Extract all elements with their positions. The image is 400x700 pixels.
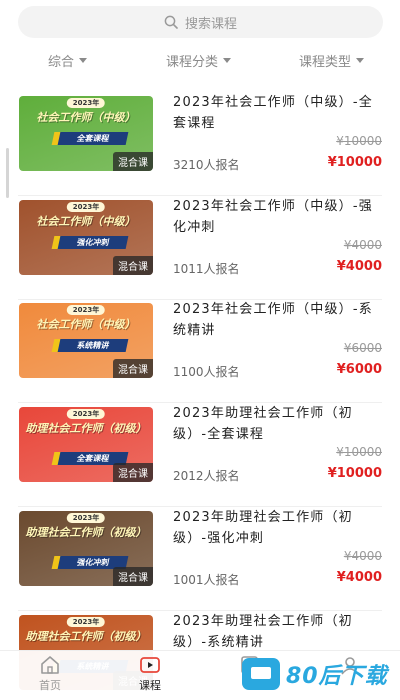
watermark-logo: 80后下载 — [242, 654, 392, 694]
thumb-title: 社会工作师（中级） — [36, 215, 136, 228]
enroll-count: 2012人报名 — [173, 469, 240, 483]
filter-bar: 综合 课程分类 课程类型 — [0, 48, 400, 72]
caret-down-icon — [223, 58, 232, 63]
enroll-count: 1011人报名 — [173, 262, 240, 276]
course-item[interactable]: 2023年社会工作师（中级） 系统精讲混合课 2023年社会工作师（中级）-系统精讲… — [0, 299, 400, 403]
current-price: ¥4000 — [336, 259, 382, 274]
filter-category-label: 课程分类 — [166, 54, 219, 70]
thumb-year-badge: 2023年 — [66, 305, 106, 315]
filter-type-label: 课程类型 — [299, 54, 352, 70]
course-icon — [140, 657, 160, 673]
original-price: ¥6000 — [343, 341, 382, 355]
filter-sort-label: 综合 — [48, 54, 75, 70]
course-item[interactable]: 2023年社会工作师（中级） 强化冲刺混合课 2023年社会工作师（中级）-强化冲刺… — [0, 196, 400, 300]
thumb-title: 助理社会工作师（初级） — [25, 422, 147, 435]
course-thumbnail: 2023年社会工作师（中级） 全套课程混合课 — [19, 96, 153, 171]
course-type-badge: 混合课 — [113, 152, 153, 171]
course-title: 2023年助理社会工作师（初级）-强化冲刺 — [173, 510, 353, 546]
filter-sort[interactable]: 综合 — [48, 51, 88, 70]
original-price: ¥4000 — [343, 238, 382, 252]
enroll-count: 1100人报名 — [173, 365, 240, 379]
tab-home[interactable]: 首页 — [20, 655, 80, 693]
thumb-tag: 强化冲刺 — [57, 236, 129, 249]
course-list-page: 搜索课程 综合 课程分类 课程类型 2023年 社会工作师（中级） 全套课程 混合课 2… — [0, 0, 400, 700]
filter-type[interactable]: 课程类型 — [299, 51, 365, 70]
course-title: 2023年社会工作师（中级）-系统精讲 — [173, 302, 373, 338]
caret-down-icon — [356, 58, 365, 63]
thumb-title: 助理社会工作师（初级） — [25, 630, 147, 643]
current-price: ¥6000 — [336, 362, 382, 377]
course-type-badge: 混合课 — [113, 463, 153, 482]
thumb-title: 社会工作师（中级） — [36, 111, 136, 124]
course-thumbnail: 2023年社会工作师（中级） 系统精讲混合课 — [19, 303, 153, 378]
tab-course-label: 课程 — [139, 679, 161, 692]
thumb-year-badge: 2023年 — [66, 202, 106, 212]
course-item[interactable]: 2023年社会工作师（中级） 全套课程混合课 2023年社会工作师（中级）-全套课程… — [0, 92, 400, 196]
tab-home-label: 首页 — [39, 679, 61, 692]
search-placeholder: 搜索课程 — [184, 16, 237, 32]
thumb-year-badge: 2023年 — [66, 409, 106, 419]
thumb-year-badge: 2023年 — [66, 617, 106, 627]
course-title: 2023年社会工作师（中级）-强化冲刺 — [173, 199, 373, 235]
thumb-year-badge: 2023年 — [66, 513, 106, 523]
course-type-badge: 混合课 — [113, 359, 153, 378]
original-price: ¥4000 — [343, 549, 382, 563]
search-bar[interactable]: 搜索课程 — [18, 6, 383, 38]
course-item[interactable]: 2023年 助理社会工作师（初级） 强化冲刺 混合课 2023年助理社会工作师（初级）-… — [0, 507, 400, 611]
current-price: ¥4000 — [336, 570, 382, 585]
original-price: ¥10000 — [336, 445, 382, 459]
course-title: 2023年社会工作师（中级）-全套课程 — [173, 95, 373, 131]
watermark-text: 80后下载 — [286, 664, 388, 689]
course-item[interactable]: 2023年 助理社会工作师（初级） 全套课程 混合课 2023年助理社会工作师（初级）-… — [0, 403, 400, 507]
filter-category[interactable]: 课程分类 — [166, 51, 232, 70]
home-icon — [41, 656, 59, 674]
course-thumbnail: 2023年 助理社会工作师（初级） 全套课程 混合课 — [19, 407, 153, 482]
course-title: 2023年助理社会工作师（初级）-系统精讲 — [173, 614, 353, 650]
thumb-tag: 系统精讲 — [57, 339, 129, 352]
enroll-count: 1001人报名 — [173, 573, 240, 587]
original-price: ¥10000 — [336, 134, 382, 148]
tab-course[interactable]: 课程 — [120, 655, 180, 693]
course-thumbnail: 2023年 助理社会工作师（初级） 强化冲刺 混合课 — [19, 511, 153, 586]
watermark-box-icon — [242, 658, 280, 690]
course-title: 2023年助理社会工作师（初级）-全套课程 — [173, 406, 353, 442]
current-price: ¥10000 — [327, 155, 382, 170]
enroll-count: 3210人报名 — [173, 158, 240, 172]
course-thumbnail: 2023年社会工作师（中级） 强化冲刺混合课 — [19, 200, 153, 275]
course-type-badge: 混合课 — [113, 567, 153, 586]
thumb-year-badge: 2023年 — [66, 98, 106, 108]
caret-down-icon — [79, 58, 88, 63]
thumb-tag: 全套课程 — [57, 132, 129, 145]
search-icon — [164, 15, 178, 29]
course-type-badge: 混合课 — [113, 256, 153, 275]
current-price: ¥10000 — [327, 466, 382, 481]
thumb-title: 社会工作师（中级） — [36, 318, 136, 331]
thumb-title: 助理社会工作师（初级） — [25, 526, 147, 539]
